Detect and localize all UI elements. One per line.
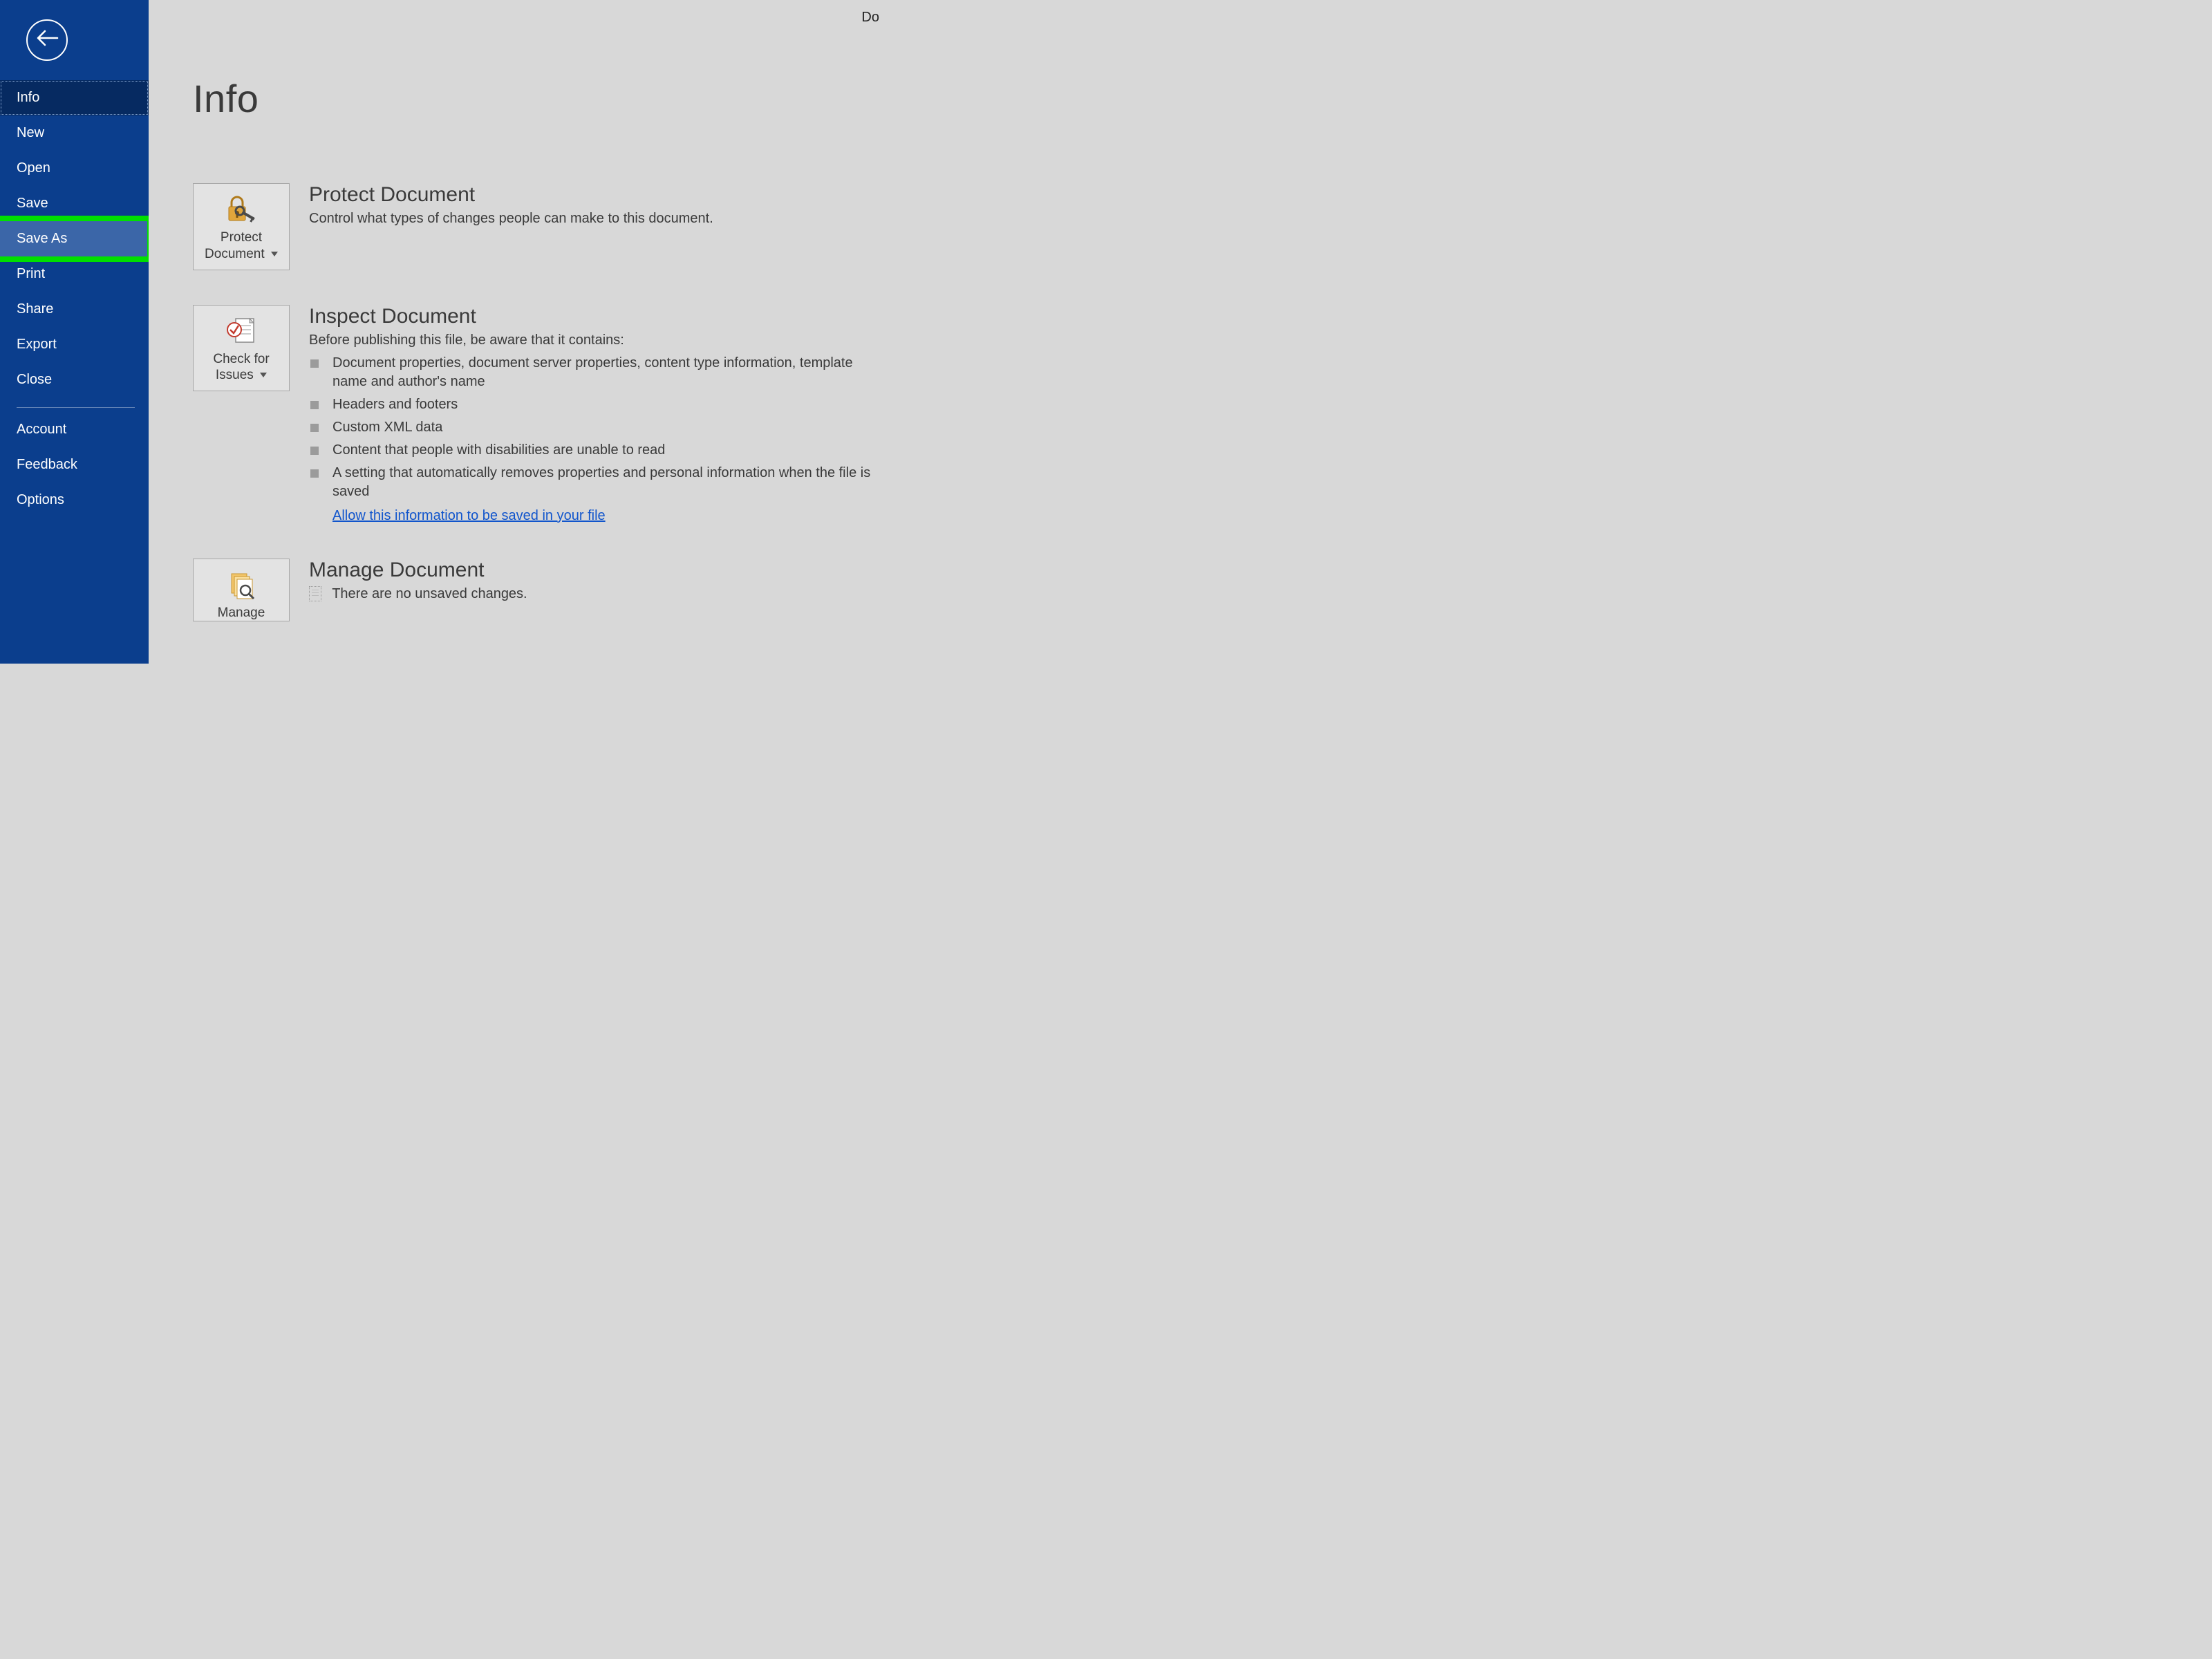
nav-item-label: Feedback xyxy=(17,457,77,472)
inspect-desc: Before publishing this file, be aware th… xyxy=(309,332,876,348)
nav-item-label: Info xyxy=(17,90,39,105)
tile-label: Protect Document xyxy=(205,230,265,261)
nav-item-label: New xyxy=(17,125,44,140)
nav-item-save-as[interactable]: Save As xyxy=(0,221,149,256)
page-title: Info xyxy=(193,76,885,121)
nav-item-account[interactable]: Account xyxy=(0,412,149,447)
nav-item-label: Share xyxy=(17,301,53,317)
tile-label: Manage xyxy=(218,606,265,620)
nav-list: Info New Open Save Save As Print Share E… xyxy=(0,80,149,518)
chevron-down-icon xyxy=(260,373,267,378)
manage-desc-text: There are no unsaved changes. xyxy=(332,586,527,601)
check-for-issues-tile[interactable]: Check for Issues xyxy=(193,305,290,392)
nav-item-new[interactable]: New xyxy=(0,115,149,151)
nav-item-label: Close xyxy=(17,372,52,387)
nav-item-close[interactable]: Close xyxy=(0,362,149,397)
document-outline-icon xyxy=(309,586,321,601)
back-button[interactable] xyxy=(26,19,68,61)
inspect-bullet-list: Document properties, document server pro… xyxy=(309,354,876,501)
manage-document-tile[interactable]: Manage xyxy=(193,559,290,622)
nav-item-open[interactable]: Open xyxy=(0,151,149,186)
backstage-view: Info New Open Save Save As Print Share E… xyxy=(0,0,885,664)
section-inspect: Check for Issues Inspect Document Before… xyxy=(193,305,885,524)
list-item: Custom XML data xyxy=(309,418,876,437)
nav-item-label: Options xyxy=(17,492,64,507)
nav-item-save[interactable]: Save xyxy=(0,186,149,221)
titlebar-text: Do xyxy=(861,10,879,26)
manage-desc: There are no unsaved changes. xyxy=(309,586,527,602)
nav-item-share[interactable]: Share xyxy=(0,292,149,327)
list-item: A setting that automatically removes pro… xyxy=(309,464,876,501)
allow-info-link[interactable]: Allow this information to be saved in yo… xyxy=(332,508,606,524)
backstage-sidebar: Info New Open Save Save As Print Share E… xyxy=(0,0,149,664)
section-protect: Protect Document Protect Document Contro… xyxy=(193,183,885,270)
list-item: Document properties, document server pro… xyxy=(309,354,876,391)
nav-item-export[interactable]: Export xyxy=(0,327,149,362)
nav-separator xyxy=(17,407,135,408)
nav-item-info[interactable]: Info xyxy=(0,80,149,115)
document-check-icon xyxy=(199,314,283,348)
chevron-down-icon xyxy=(271,252,278,257)
protect-desc: Control what types of changes people can… xyxy=(309,211,713,227)
arrow-left-icon xyxy=(35,28,59,52)
nav-item-label: Account xyxy=(17,422,66,437)
section-manage: Manage Manage Document There are no unsa… xyxy=(193,559,885,622)
nav-item-label: Save As xyxy=(17,231,67,246)
protect-heading: Protect Document xyxy=(309,183,713,207)
manage-heading: Manage Document xyxy=(309,559,527,582)
nav-item-label: Save xyxy=(17,196,48,211)
backstage-main: Do Info xyxy=(149,0,885,664)
nav-item-label: Open xyxy=(17,160,50,176)
inspect-heading: Inspect Document xyxy=(309,305,876,328)
nav-item-options[interactable]: Options xyxy=(0,482,149,518)
list-item: Headers and footers xyxy=(309,395,876,414)
nav-item-label: Export xyxy=(17,337,57,352)
nav-item-print[interactable]: Print xyxy=(0,256,149,292)
document-stack-magnify-icon xyxy=(199,568,283,602)
list-item: Content that people with disabilities ar… xyxy=(309,441,876,460)
lock-key-icon xyxy=(199,192,283,227)
nav-item-feedback[interactable]: Feedback xyxy=(0,447,149,482)
protect-document-tile[interactable]: Protect Document xyxy=(193,183,290,270)
nav-item-label: Print xyxy=(17,266,45,281)
